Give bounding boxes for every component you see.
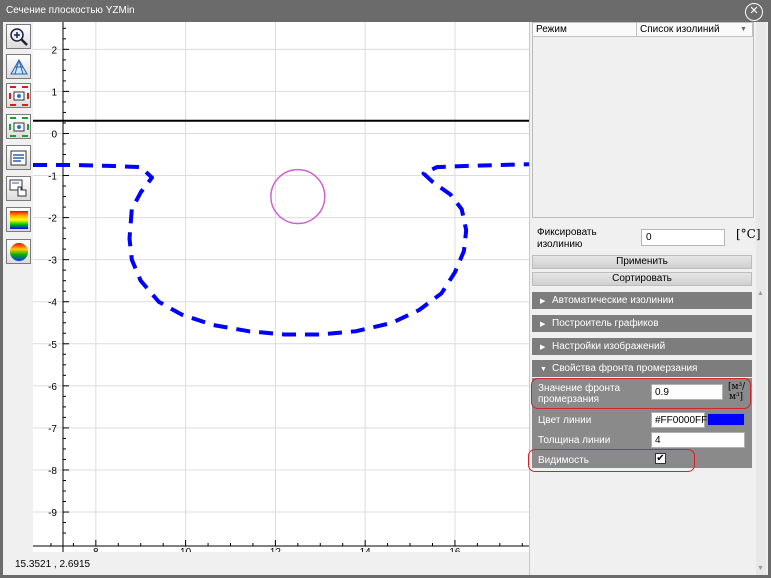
isolines-grid: Режим Список изолиний ▼ bbox=[532, 22, 754, 218]
section-graph-builder[interactable]: ▶ Построитель графиков bbox=[532, 315, 752, 332]
fit-red-icon bbox=[9, 86, 29, 106]
section-auto-label: Автоматические изолинии bbox=[552, 295, 674, 306]
hand-pointer-icon bbox=[9, 179, 27, 197]
mesh-view-button[interactable] bbox=[6, 54, 31, 79]
line-color-label: Цвет линии bbox=[538, 415, 592, 426]
plot-area[interactable]: 810121416210-1-2-3-4-5-6-7-8-9 bbox=[33, 22, 530, 558]
close-button[interactable]: ✕ bbox=[745, 3, 763, 21]
pointer-button[interactable] bbox=[6, 176, 31, 201]
scroll-down-icon[interactable]: ▼ bbox=[757, 565, 764, 572]
properties-panel: Режим Список изолиний ▼ ▲ ▼ Фиксировать … bbox=[528, 22, 768, 575]
line-width-label: Толщина линии bbox=[538, 435, 611, 446]
highlight-visibility bbox=[528, 449, 695, 472]
legend-button[interactable] bbox=[6, 145, 31, 170]
celsius-unit: [°C] bbox=[736, 227, 761, 241]
col-isolines-header[interactable]: Список изолиний ▼ bbox=[637, 23, 753, 37]
fix-isoline-input[interactable]: 0 bbox=[641, 229, 725, 246]
line-color-swatch[interactable] bbox=[707, 413, 745, 426]
fix-isoline-label: Фиксировать изолинию bbox=[537, 227, 597, 250]
section-image-settings[interactable]: ▶ Настройки изображений bbox=[532, 338, 752, 355]
col-isolines-label: Список изолиний bbox=[640, 24, 720, 35]
x-tick-label: 10 bbox=[180, 547, 192, 552]
chevron-down-icon: ▼ bbox=[740, 26, 747, 33]
legend-icon bbox=[10, 150, 27, 166]
y-tick-label: -8 bbox=[48, 466, 57, 477]
cursor-coordinates: 15.3521 , 2.6915 bbox=[15, 559, 91, 570]
highlight-frost-value bbox=[531, 378, 751, 409]
x-tick-label: 14 bbox=[360, 547, 372, 552]
y-tick-label: 1 bbox=[51, 87, 57, 98]
y-tick-label: -4 bbox=[48, 298, 57, 309]
section-chart[interactable]: 810121416210-1-2-3-4-5-6-7-8-9 bbox=[33, 22, 530, 558]
fit-red-button[interactable] bbox=[6, 83, 31, 108]
y-tick-label: -1 bbox=[48, 172, 57, 183]
sphere-button[interactable] bbox=[6, 239, 31, 264]
zoom-in-button[interactable] bbox=[6, 24, 31, 49]
color-sphere-icon bbox=[10, 243, 28, 261]
y-tick-label: -3 bbox=[48, 256, 57, 267]
line-color-row: Цвет линии #FF0000FF bbox=[532, 410, 752, 431]
line-width-row: Толщина линии 4 bbox=[532, 430, 752, 451]
y-tick-label: -9 bbox=[48, 508, 57, 519]
y-tick-label: -6 bbox=[48, 382, 57, 393]
apply-button[interactable]: Применить bbox=[532, 255, 752, 269]
window-content: 810121416210-1-2-3-4-5-6-7-8-9 15.3521 ,… bbox=[3, 22, 768, 575]
window-title: Сечение плоскостью YZMin bbox=[6, 5, 135, 16]
col-mode-header[interactable]: Режим bbox=[533, 23, 637, 37]
y-tick-label: -7 bbox=[48, 424, 57, 435]
chevron-right-icon: ▶ bbox=[540, 344, 546, 351]
section-frost-front[interactable]: ▼ Свойства фронта промерзания bbox=[532, 360, 752, 377]
y-tick-label: 0 bbox=[51, 129, 57, 140]
panel-scrollbar[interactable]: ▲ ▼ bbox=[756, 22, 766, 575]
x-tick-label: 12 bbox=[270, 547, 282, 552]
section-auto-isolines[interactable]: ▶ Автоматические изолинии bbox=[532, 292, 752, 309]
mesh-icon bbox=[10, 58, 28, 75]
toolbar bbox=[3, 22, 33, 575]
section-graph-label: Построитель графиков bbox=[552, 318, 659, 329]
line-color-input[interactable]: #FF0000FF bbox=[651, 412, 707, 428]
y-tick-label: 2 bbox=[51, 45, 57, 56]
fit-green-button[interactable] bbox=[6, 114, 31, 139]
chevron-right-icon: ▶ bbox=[540, 298, 546, 305]
x-tick-label: 8 bbox=[93, 547, 99, 552]
zoom-in-icon bbox=[10, 28, 28, 46]
sort-button[interactable]: Сортировать bbox=[532, 272, 752, 286]
palette-button[interactable] bbox=[6, 207, 31, 232]
x-tick-label: 16 bbox=[449, 547, 461, 552]
y-tick-label: -5 bbox=[48, 340, 57, 351]
section-image-label: Настройки изображений bbox=[552, 341, 666, 352]
y-tick-label: -2 bbox=[48, 214, 57, 225]
chevron-right-icon: ▶ bbox=[540, 321, 546, 328]
title-bar: Сечение плоскостью YZMin ✕ bbox=[0, 0, 771, 24]
color-palette-icon bbox=[10, 211, 28, 229]
chevron-down-icon: ▼ bbox=[540, 366, 547, 373]
section-frost-label: Свойства фронта промерзания bbox=[552, 363, 698, 374]
status-bar: 15.3521 , 2.6915 bbox=[3, 554, 529, 575]
pipe-circle bbox=[270, 168, 326, 225]
line-width-input[interactable]: 4 bbox=[651, 432, 745, 448]
scroll-up-icon[interactable]: ▲ bbox=[757, 290, 764, 297]
panel-empty-area bbox=[532, 470, 752, 575]
fit-green-icon bbox=[9, 117, 29, 137]
